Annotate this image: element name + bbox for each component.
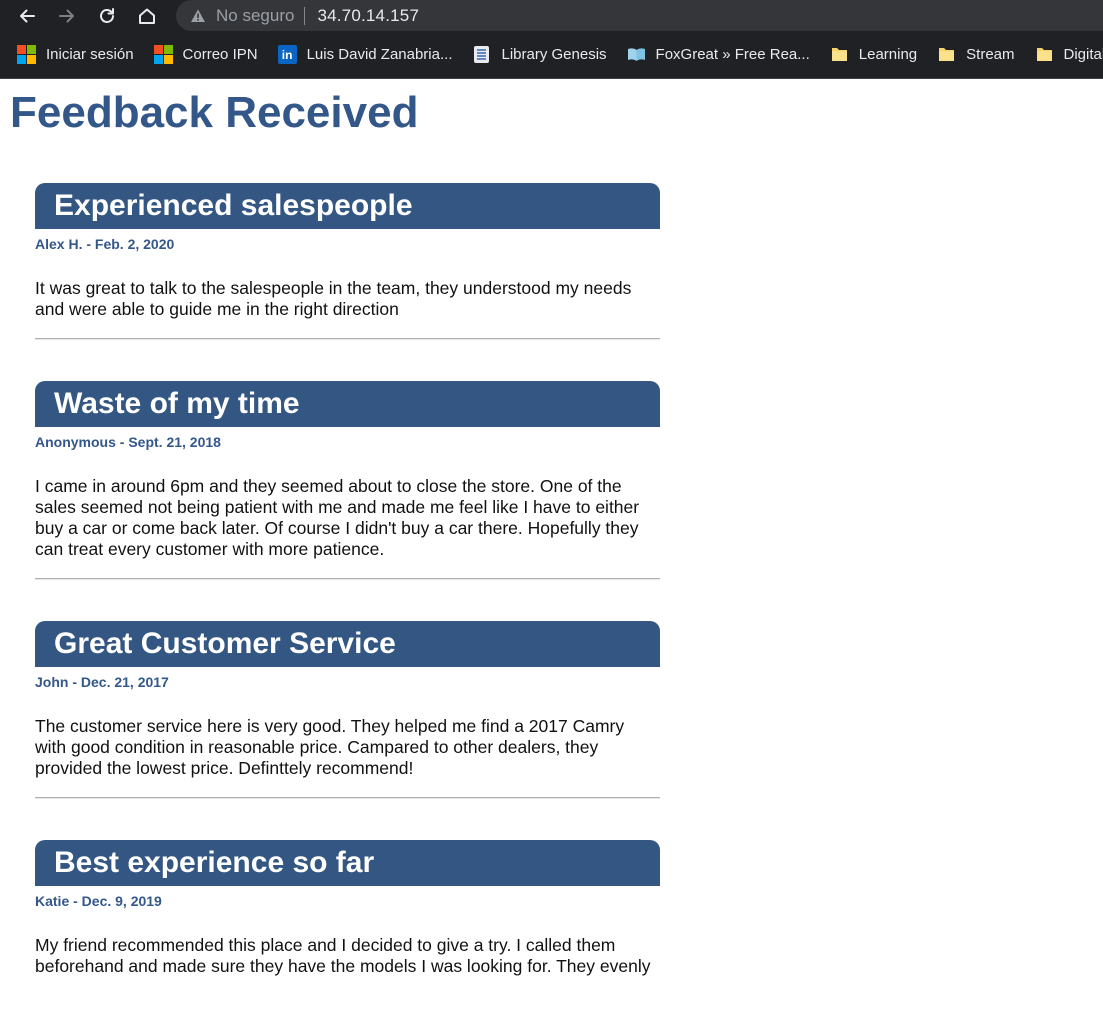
feedback-text: The customer service here is very good. … <box>35 716 625 778</box>
feedback-author-date: Anonymous - Sept. 21, 2018 <box>35 434 221 450</box>
bookmark-label: Luis David Zanabria... <box>306 46 453 63</box>
feedback-card: Great Customer Service John - Dec. 21, 2… <box>35 621 660 799</box>
reload-button[interactable] <box>94 3 120 29</box>
bookmark-label: Stream <box>966 46 1015 63</box>
feedback-title: Waste of my time <box>35 381 660 427</box>
divider <box>35 578 660 580</box>
security-status[interactable]: No seguro <box>216 6 294 26</box>
bookmark-library-genesis[interactable]: Library Genesis <box>472 45 607 64</box>
feedback-text: I came in around 6pm and they seemed abo… <box>35 476 640 559</box>
feedback-author-date: John - Dec. 21, 2017 <box>35 674 169 690</box>
folder-icon <box>831 48 847 61</box>
library-icon <box>474 46 490 63</box>
page-title: Feedback Received <box>10 88 419 137</box>
bookmark-label: Iniciar sesión <box>46 46 134 63</box>
forward-button[interactable] <box>54 3 80 29</box>
folder-icon <box>939 48 955 61</box>
feedback-author-date: Katie - Dec. 9, 2019 <box>35 893 162 909</box>
bookmark-foxgreat[interactable]: FoxGreat » Free Rea... <box>627 45 810 64</box>
bookmark-label: FoxGreat » Free Rea... <box>655 46 810 63</box>
url-text[interactable]: 34.70.14.157 <box>317 6 419 26</box>
feedback-card: Best experience so far Katie - Dec. 9, 2… <box>35 840 660 977</box>
folder-icon <box>1036 48 1052 61</box>
feedback-list: Experienced salespeople Alex H. - Feb. 2… <box>35 183 660 1018</box>
bookmark-label: Correo IPN <box>182 46 258 63</box>
feedback-card: Waste of my time Anonymous - Sept. 21, 2… <box>35 381 660 580</box>
bookmarks-bar: Iniciar sesión Correo IPN in Luis David … <box>0 31 1103 79</box>
bookmark-label: Learning <box>858 46 918 63</box>
bookmark-linkedin[interactable]: in Luis David Zanabria... <box>277 45 453 64</box>
linkedin-icon: in <box>277 45 297 64</box>
microsoft-icon <box>153 45 173 64</box>
feedback-text: My friend recommended this place and I d… <box>35 935 651 976</box>
address-bar[interactable]: No seguro 34.70.14.157 <box>176 0 1103 31</box>
bookmark-iniciar-sesion[interactable]: Iniciar sesión <box>17 45 134 64</box>
arrow-right-icon <box>59 9 74 23</box>
bookmark-digital[interactable]: Digital M <box>1035 45 1103 64</box>
bookmark-learning[interactable]: Learning <box>830 45 917 64</box>
feedback-title: Best experience so far <box>35 840 660 886</box>
feedback-author-date: Alex H. - Feb. 2, 2020 <box>35 236 175 252</box>
book-icon <box>627 48 645 61</box>
feedback-card: Experienced salespeople Alex H. - Feb. 2… <box>35 183 660 340</box>
home-icon <box>139 8 155 24</box>
feedback-title: Great Customer Service <box>35 621 660 667</box>
bookmark-correo-ipn[interactable]: Correo IPN <box>153 45 258 64</box>
divider <box>35 797 660 799</box>
back-button[interactable] <box>14 3 40 29</box>
microsoft-icon <box>17 45 36 64</box>
divider <box>35 338 660 340</box>
omnibox-separator <box>304 6 306 25</box>
warning-icon <box>191 9 205 22</box>
reload-icon <box>100 8 114 23</box>
feedback-title: Experienced salespeople <box>35 183 660 229</box>
arrow-left-icon <box>20 9 35 23</box>
bookmark-stream[interactable]: Stream <box>937 45 1015 64</box>
browser-toolbar: No seguro 34.70.14.157 <box>0 0 1103 31</box>
home-button[interactable] <box>134 3 160 29</box>
feedback-text: It was great to talk to the salespeople … <box>35 278 632 319</box>
bookmark-label: Digital M <box>1063 46 1103 63</box>
bookmark-label: Library Genesis <box>501 46 607 63</box>
